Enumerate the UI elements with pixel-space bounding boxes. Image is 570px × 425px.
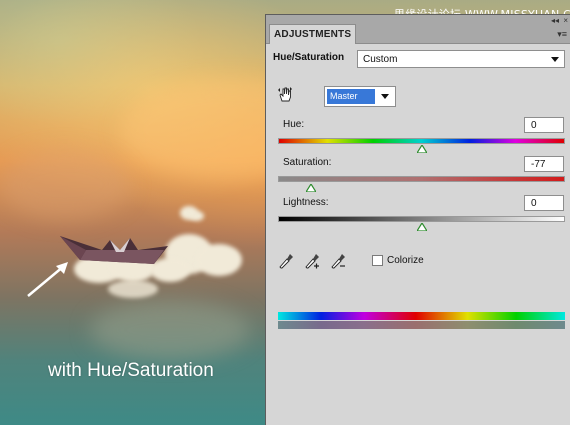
- lightness-input[interactable]: 0: [524, 195, 564, 211]
- lightness-slider-track[interactable]: [278, 216, 565, 222]
- channel-value: Master: [327, 89, 375, 104]
- panel-tab-bar: ADJUSTMENTS ◂◂ × ▾≡: [266, 15, 570, 44]
- hue-label: Hue:: [283, 119, 305, 130]
- collapse-icon[interactable]: ◂◂: [551, 17, 559, 25]
- cloud: [108, 280, 158, 298]
- paper-boat: [60, 236, 168, 264]
- lightness-slider-thumb[interactable]: [417, 223, 427, 231]
- panel-menu-icon[interactable]: ▾≡: [557, 30, 567, 39]
- saturation-slider-track[interactable]: [278, 176, 565, 182]
- channel-dropdown[interactable]: Master: [324, 86, 396, 107]
- adjustments-panel: ADJUSTMENTS ◂◂ × ▾≡ Hue/Saturation Custo…: [265, 14, 570, 425]
- preset-value: Custom: [363, 54, 398, 65]
- cloud: [190, 211, 204, 221]
- hue-slider-thumb[interactable]: [417, 145, 427, 153]
- chevron-down-icon: [381, 94, 389, 99]
- tab-adjustments[interactable]: ADJUSTMENTS: [269, 24, 356, 44]
- eyedropper-icon[interactable]: [278, 252, 294, 270]
- saturation-slider-thumb[interactable]: [306, 184, 316, 192]
- cloud-haze: [0, 150, 130, 220]
- image-caption: with Hue/Saturation: [48, 360, 214, 381]
- arrow-annotation: [27, 262, 68, 297]
- saturation-input[interactable]: -77: [524, 156, 564, 172]
- colorize-label: Colorize: [387, 255, 424, 266]
- output-color-bar: [278, 321, 565, 329]
- hue-slider-track[interactable]: [278, 138, 565, 144]
- chevron-down-icon: [551, 57, 559, 62]
- colorize-checkbox[interactable]: [372, 255, 383, 266]
- preset-dropdown[interactable]: Custom: [357, 50, 565, 68]
- cloud-haze: [90, 300, 250, 360]
- saturation-label: Saturation:: [283, 157, 332, 168]
- eyedropper-minus-icon[interactable]: [330, 252, 346, 270]
- lightness-label: Lightness:: [283, 197, 329, 208]
- close-icon[interactable]: ×: [563, 17, 568, 25]
- hue-input[interactable]: 0: [524, 117, 564, 133]
- on-image-adjust-hand-icon[interactable]: [277, 86, 293, 102]
- cloud: [196, 244, 242, 276]
- adjustment-title: Hue/Saturation: [273, 52, 345, 63]
- eyedropper-plus-icon[interactable]: [304, 252, 320, 270]
- input-color-bar: [278, 312, 565, 320]
